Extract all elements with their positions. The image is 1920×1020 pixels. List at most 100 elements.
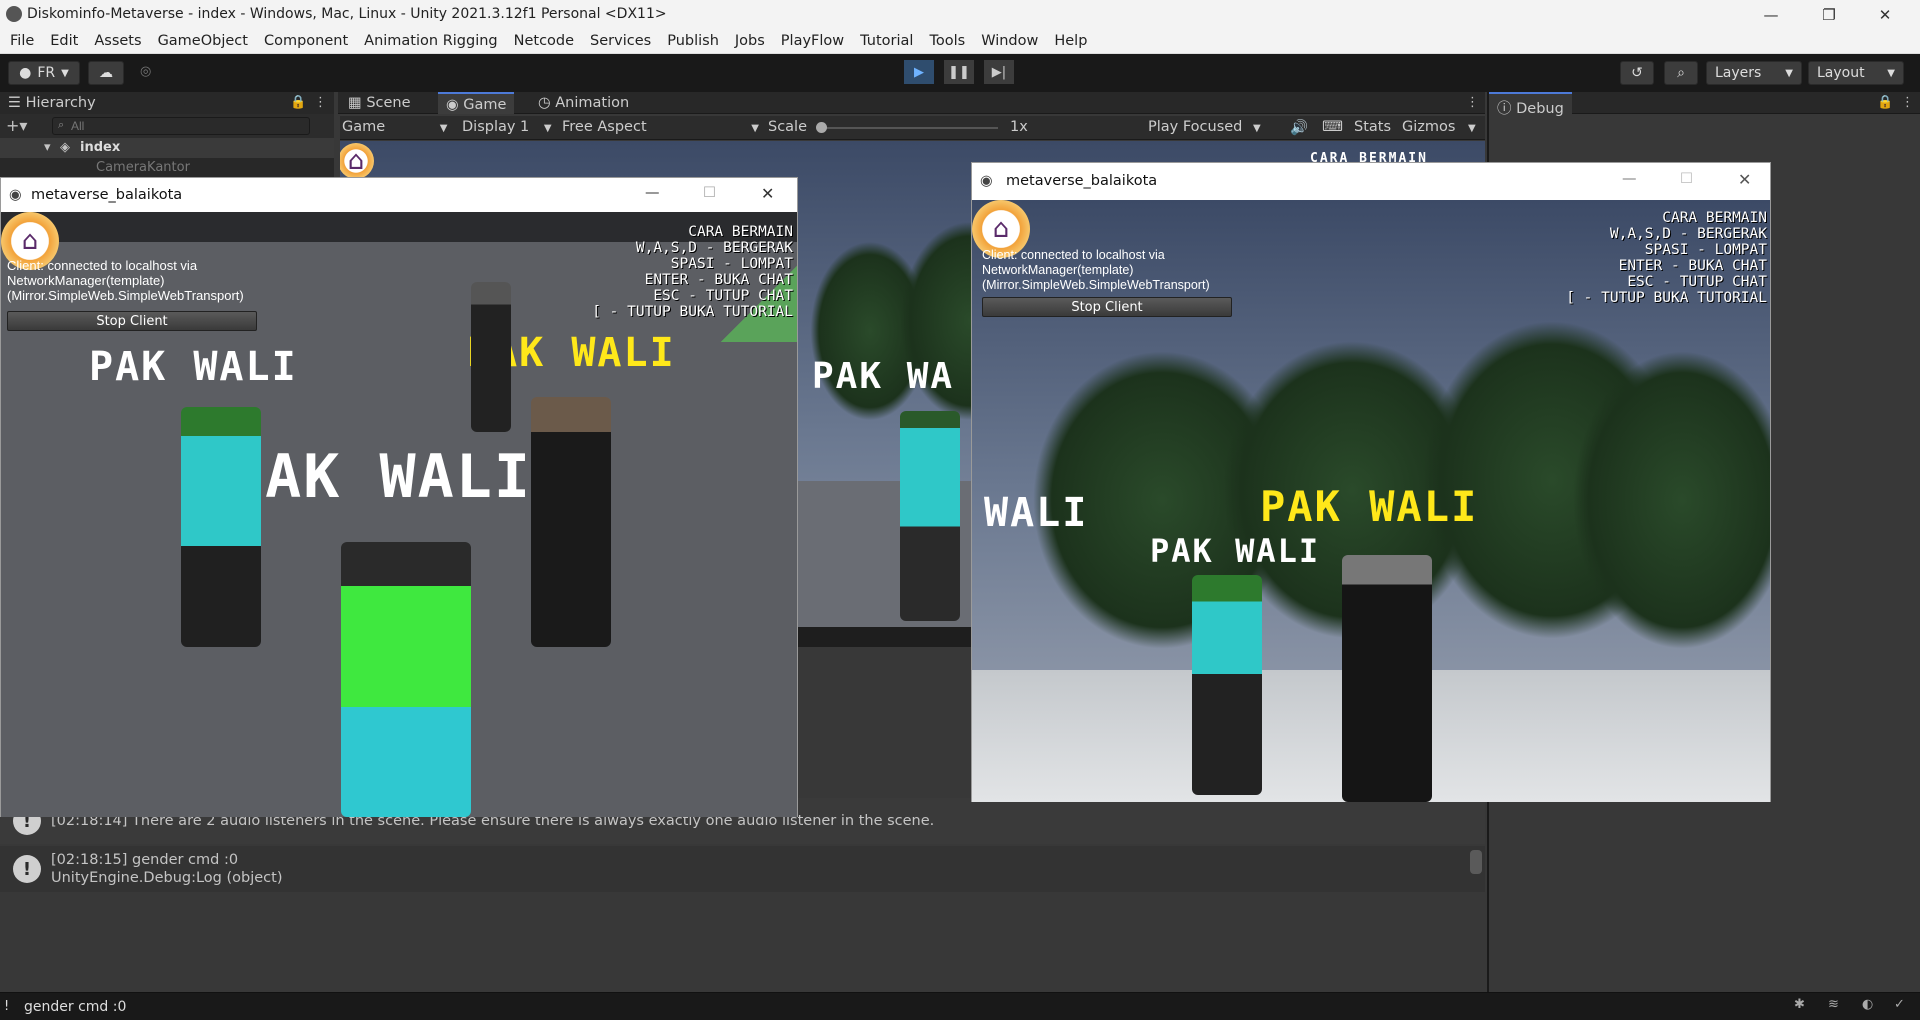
more-menu-icon[interactable]: ⋮ <box>1466 95 1479 110</box>
scene-name[interactable]: index <box>80 140 120 155</box>
status-message[interactable]: gender cmd :0 <box>24 999 126 1015</box>
aspect-dropdown[interactable]: Free Aspect ▼ <box>562 119 759 135</box>
play-button[interactable]: ▶ <box>904 60 934 84</box>
game-window-titlebar: ◉ metaverse_balaikota — ☐ ✕ <box>972 163 1770 200</box>
console-scrollbar[interactable] <box>1470 850 1482 874</box>
game-view-left[interactable]: ⌂ Client: connected to localhost via Net… <box>1 212 797 817</box>
console-entry-log[interactable]: ! [02:18:15] gender cmd :0 UnityEngine.D… <box>0 846 1485 892</box>
chevron-down-icon: ▼ <box>543 123 552 134</box>
display-dropdown[interactable]: Display 1 ▼ <box>462 119 552 135</box>
hierarchy-search-input[interactable] <box>52 117 310 135</box>
network-status-line: (Mirror.SimpleWeb.SimpleWebTransport) <box>7 288 244 303</box>
network-status-line: Client: connected to localhost via <box>7 258 198 273</box>
help-panel: CARA BERMAIN W,A,S,D - BERGERAK SPASI - … <box>1566 210 1767 306</box>
minimize-button[interactable]: — <box>645 185 660 201</box>
minimize-button[interactable]: — <box>1622 171 1637 187</box>
avatar-character <box>181 407 261 647</box>
pause-button[interactable]: ❚❚ <box>944 60 974 84</box>
tab-scene[interactable]: ▦ Scene <box>340 92 419 114</box>
tab-game[interactable]: ◉ Game <box>438 92 515 114</box>
minimize-button[interactable]: — <box>1748 0 1794 29</box>
collab-icon[interactable]: ◎ <box>140 64 151 79</box>
unity-logo-icon <box>6 6 22 22</box>
hierarchy-item-camera[interactable]: CameraKantor <box>96 160 190 175</box>
more-menu-icon[interactable]: ⋮ <box>314 95 327 110</box>
tab-animation-label: Animation <box>555 95 630 111</box>
shortcuts-icon[interactable]: ⌨ <box>1322 119 1343 135</box>
lock-icon[interactable]: 🔒 <box>290 95 306 110</box>
lock-icon[interactable]: 🔒 <box>1877 95 1893 110</box>
close-button[interactable]: ✕ <box>761 184 774 203</box>
close-button[interactable]: ✕ <box>1862 0 1908 29</box>
menu-help[interactable]: Help <box>1054 33 1087 49</box>
layers-label: Layers <box>1715 65 1762 81</box>
chevron-down-icon: ▼ <box>1468 123 1476 134</box>
menu-playflow[interactable]: PlayFlow <box>781 33 844 49</box>
menu-animation-rigging[interactable]: Animation Rigging <box>364 33 497 49</box>
menu-window[interactable]: Window <box>981 33 1038 49</box>
menu-gameobject[interactable]: GameObject <box>158 33 248 49</box>
stop-client-button[interactable]: Stop Client <box>7 311 257 331</box>
chevron-down-icon: ▼ <box>1785 67 1793 79</box>
maximize-button[interactable]: ☐ <box>1680 171 1693 187</box>
tab-hierarchy[interactable]: ☰ Hierarchy <box>0 92 334 114</box>
account-dropdown[interactable]: ● FR ▼ <box>8 61 80 85</box>
menu-tutorial[interactable]: Tutorial <box>860 33 913 49</box>
scale-slider-handle[interactable] <box>816 122 827 133</box>
close-button[interactable]: ✕ <box>1738 170 1751 189</box>
window-title: Diskominfo-Metaverse - index - Windows, … <box>27 6 667 22</box>
mute-audio-icon[interactable]: 🔊 <box>1290 119 1308 136</box>
add-icon[interactable]: +▾ <box>6 116 27 135</box>
menu-file[interactable]: File <box>10 33 34 49</box>
settings-check-icon[interactable]: ✓ <box>1894 997 1905 1012</box>
step-icon: ▶| <box>991 64 1007 80</box>
help-line: W,A,S,D - BERGERAK <box>1609 226 1767 242</box>
step-button[interactable]: ▶| <box>984 60 1014 84</box>
menu-services[interactable]: Services <box>590 33 651 49</box>
menu-publish[interactable]: Publish <box>667 33 719 49</box>
game-mode-dropdown[interactable]: Game ▼ <box>342 119 447 135</box>
unity-scene-icon: ◈ <box>60 140 70 155</box>
network-icon[interactable]: ≋ <box>1828 997 1839 1012</box>
player-label: PAK WALI <box>227 442 532 512</box>
gizmos-dropdown[interactable]: Gizmos ▼ <box>1402 119 1476 135</box>
progress-icon[interactable]: ◐ <box>1862 997 1873 1012</box>
search-button[interactable]: ⌕ <box>1664 61 1698 85</box>
chevron-down-icon: ▼ <box>439 123 448 134</box>
scale-slider[interactable] <box>818 127 998 129</box>
expand-arrow-icon[interactable]: ▾ <box>44 140 51 155</box>
maximize-button[interactable]: ☐ <box>703 185 716 201</box>
player-label: PAK WALI <box>1150 532 1321 570</box>
layers-dropdown[interactable]: Layers ▼ <box>1706 61 1802 85</box>
tab-debug[interactable]: ⓘ Debug <box>1489 92 1572 117</box>
layout-dropdown[interactable]: Layout ▼ <box>1808 61 1904 85</box>
menu-component[interactable]: Component <box>264 33 348 49</box>
help-line: [ - TUTUP BUKA TUTORIAL <box>592 304 793 320</box>
network-status-line: NetworkManager(template) <box>7 273 165 288</box>
stop-client-button[interactable]: Stop Client <box>982 297 1232 317</box>
chevron-down-icon: ▼ <box>1887 67 1895 79</box>
search-icon: ⌕ <box>58 118 65 131</box>
chevron-down-icon: ▼ <box>1253 123 1261 134</box>
tab-animation[interactable]: ◷ Animation <box>530 92 637 114</box>
help-line: [ - TUTUP BUKA TUTORIAL <box>1566 290 1767 306</box>
history-button[interactable]: ↺ <box>1620 61 1654 85</box>
avatar-character <box>900 411 960 621</box>
more-menu-icon[interactable]: ⋮ <box>1901 95 1914 110</box>
play-focused-dropdown[interactable]: Play Focused ▼ <box>1148 119 1261 135</box>
menu-netcode[interactable]: Netcode <box>514 33 574 49</box>
avatar-character <box>1342 555 1432 802</box>
menu-jobs[interactable]: Jobs <box>735 33 765 49</box>
menu-tools[interactable]: Tools <box>929 33 965 49</box>
cloud-icon: ☁ <box>99 65 113 81</box>
hierarchy-icon: ☰ <box>8 95 26 111</box>
game-window-left: ◉ metaverse_balaikota — ☐ ✕ ⌂ Client: co… <box>0 177 798 817</box>
debug-off-icon[interactable]: ✱ <box>1794 997 1805 1012</box>
stats-button[interactable]: Stats <box>1354 119 1391 135</box>
restore-button[interactable]: ❐ <box>1806 0 1852 29</box>
avatar-character <box>341 542 471 817</box>
menu-edit[interactable]: Edit <box>50 33 78 49</box>
game-view-right[interactable]: ⌂ Client: connected to localhost via Net… <box>972 200 1770 802</box>
cloud-button[interactable]: ☁ <box>88 61 124 85</box>
menu-assets[interactable]: Assets <box>94 33 141 49</box>
